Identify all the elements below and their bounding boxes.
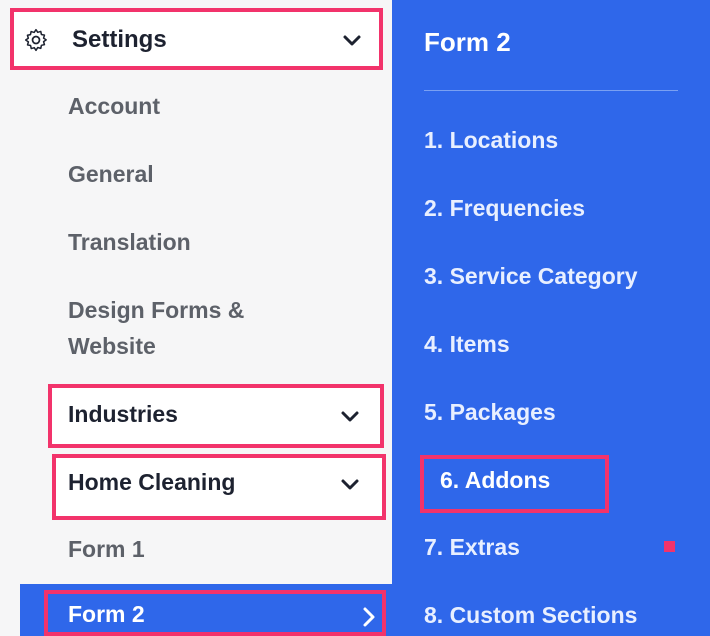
- indicator-dot: [664, 541, 675, 552]
- nav-item-translation[interactable]: Translation: [68, 224, 191, 260]
- form-2-label: Form 2: [68, 601, 145, 627]
- step-locations[interactable]: 1. Locations: [424, 127, 558, 154]
- step-service-category[interactable]: 3. Service Category: [424, 263, 638, 290]
- chevron-down-icon: [343, 35, 361, 46]
- nav-item-form-1[interactable]: Form 1: [68, 531, 145, 567]
- industries-label: Industries: [68, 401, 178, 427]
- panel-title: Form 2: [424, 27, 511, 57]
- chevron-down-icon: [341, 479, 359, 490]
- nav-item-home-cleaning[interactable]: Home Cleaning: [52, 454, 386, 520]
- nav-item-design-forms-line2[interactable]: Website: [68, 328, 156, 364]
- step-custom-sections[interactable]: 8. Custom Sections: [424, 602, 637, 629]
- step-addons[interactable]: 6. Addons: [440, 467, 550, 494]
- step-items[interactable]: 4. Items: [424, 331, 510, 358]
- gear-icon: [24, 28, 47, 52]
- nav-item-industries[interactable]: Industries: [48, 384, 384, 448]
- home-cleaning-label: Home Cleaning: [68, 469, 236, 495]
- nav-item-design-forms-line1[interactable]: Design Forms &: [68, 292, 244, 328]
- nav-item-general[interactable]: General: [68, 156, 154, 192]
- settings-menu-toggle[interactable]: Settings: [10, 8, 383, 70]
- settings-label: Settings: [72, 26, 167, 53]
- chevron-right-icon: [363, 607, 375, 627]
- nav-item-account[interactable]: Account: [68, 88, 160, 124]
- step-packages[interactable]: 5. Packages: [424, 399, 556, 426]
- chevron-down-icon: [341, 411, 359, 422]
- panel-divider: [424, 90, 678, 91]
- step-extras[interactable]: 7. Extras: [424, 534, 520, 561]
- step-frequencies[interactable]: 2. Frequencies: [424, 195, 585, 222]
